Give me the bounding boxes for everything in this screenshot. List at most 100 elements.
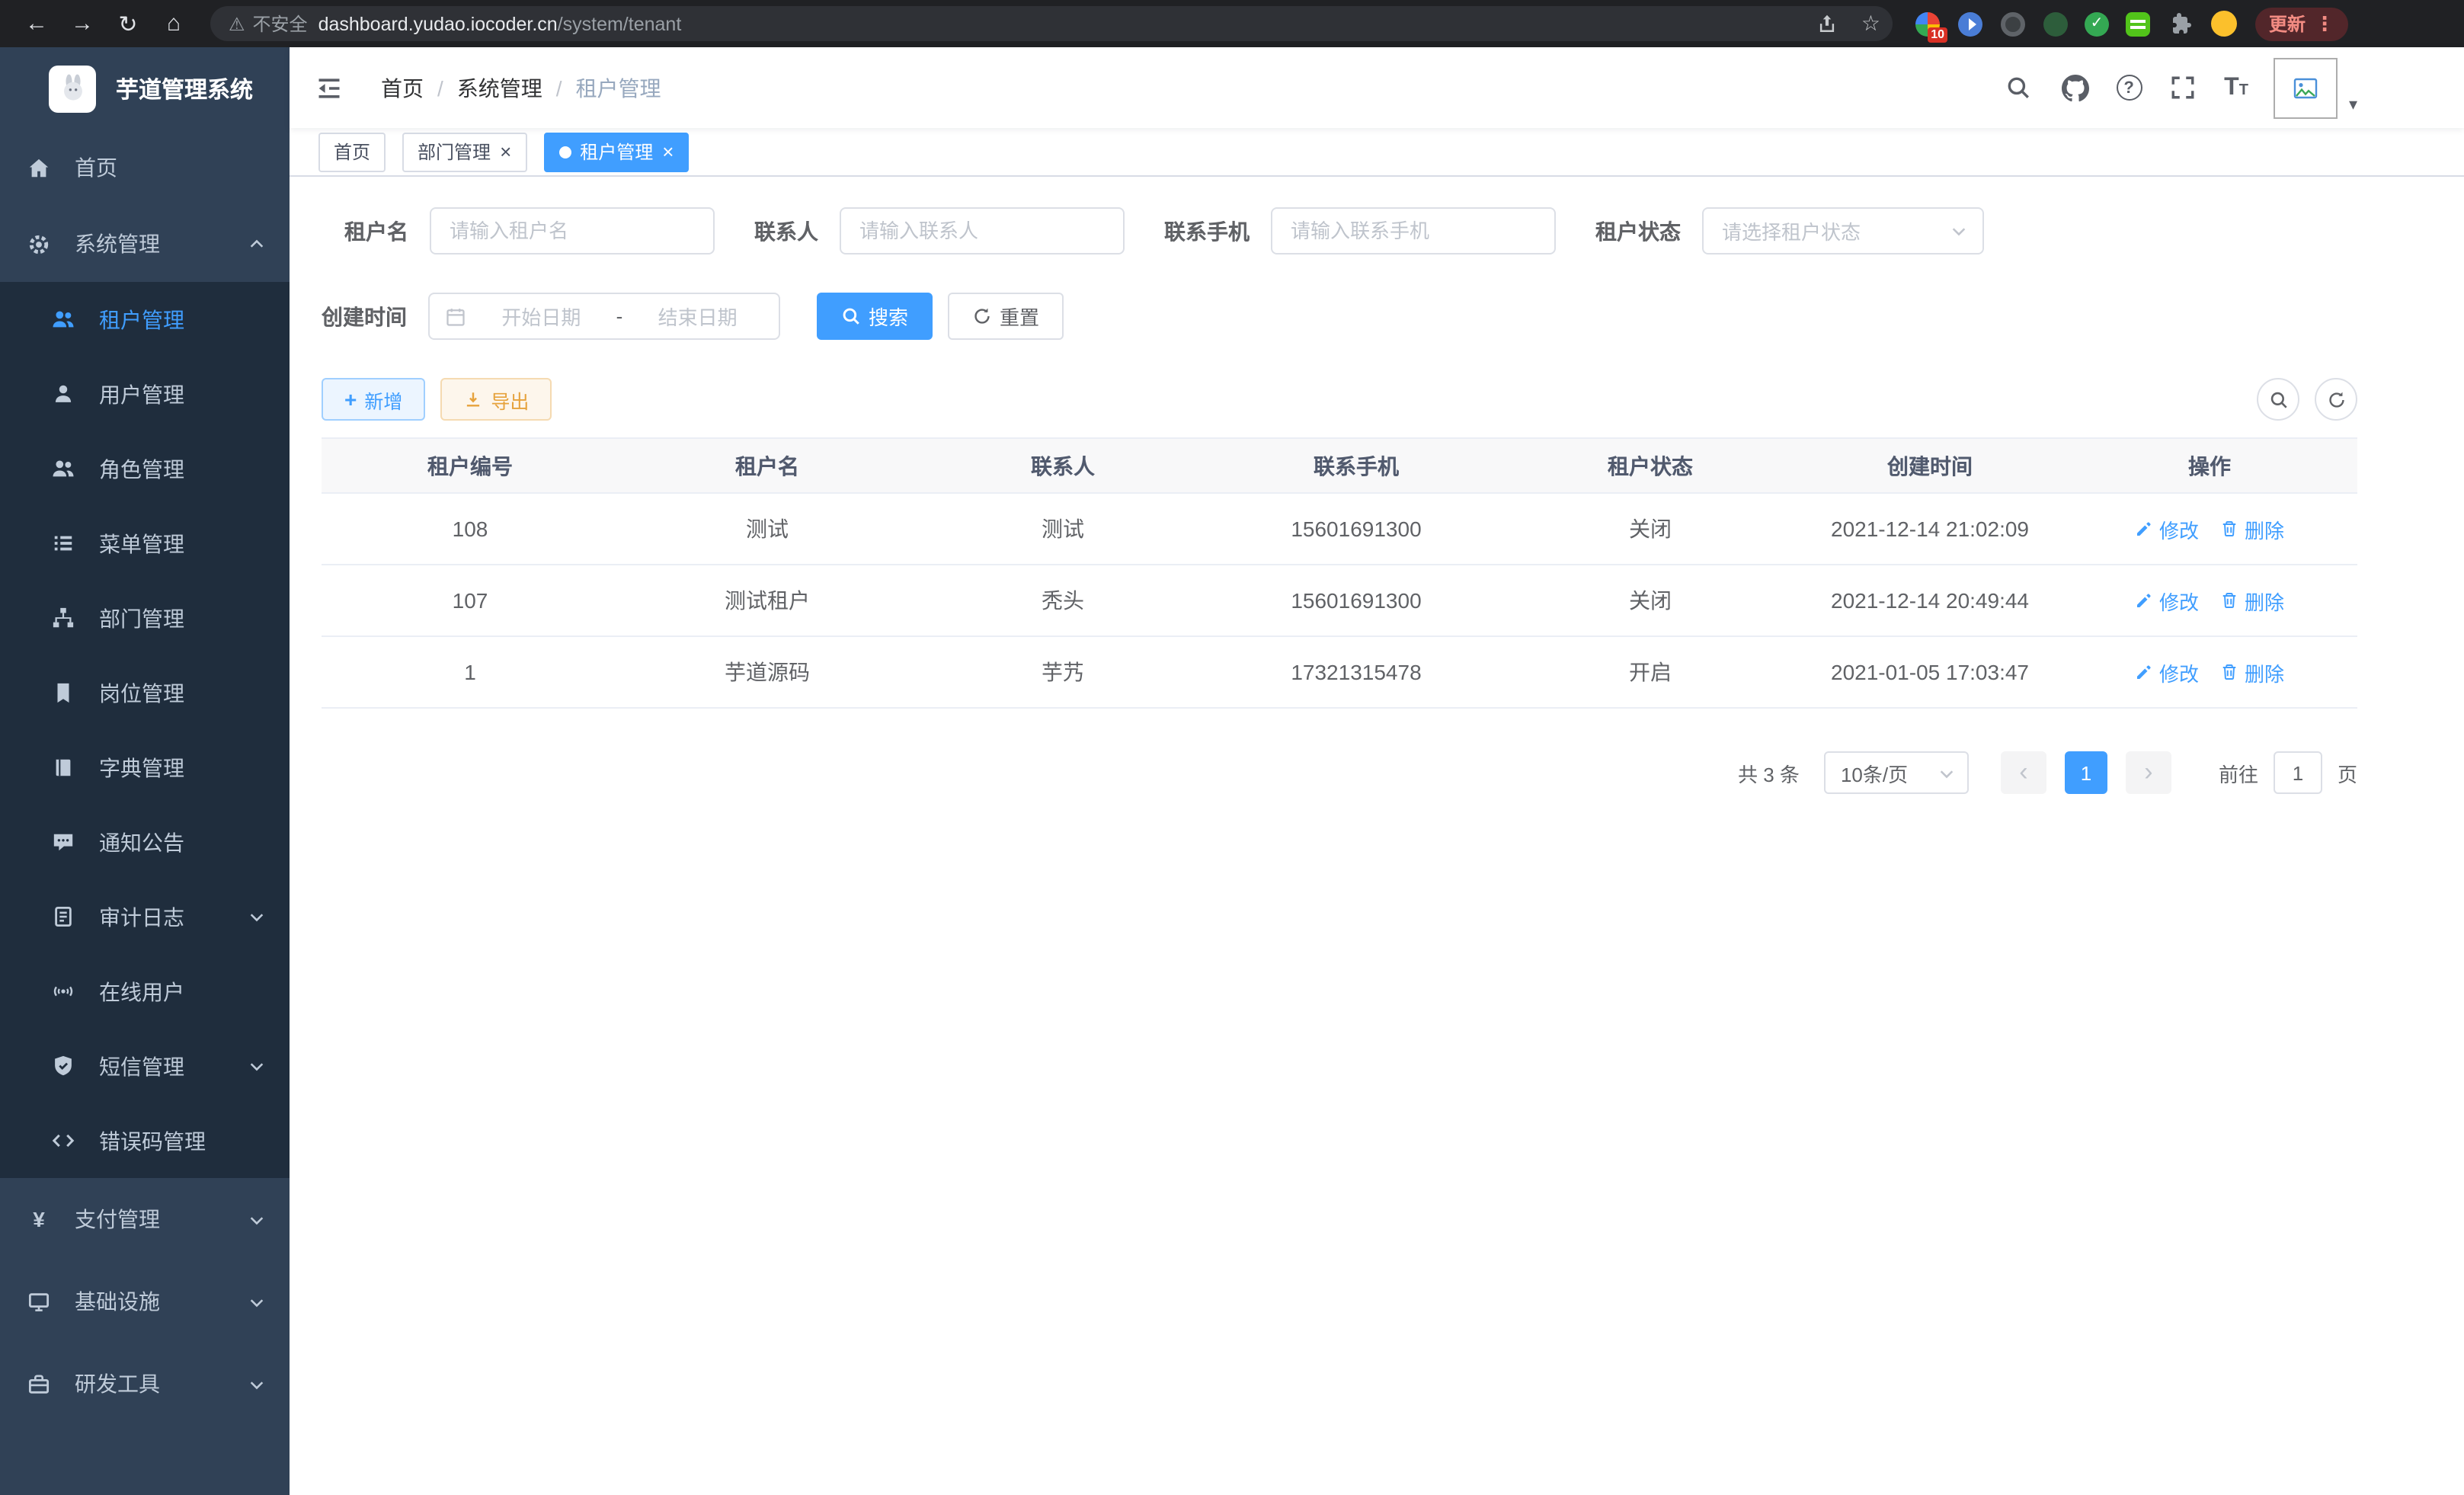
date-range-picker[interactable]: 开始日期 - 结束日期	[428, 293, 780, 340]
reset-button-label: 重置	[1000, 302, 1039, 331]
filter-row-2: 创建时间 开始日期 - 结束日期 搜索 重置	[322, 293, 2357, 340]
goto-page-input[interactable]	[2274, 751, 2322, 794]
sidebar-item-infrastructure[interactable]: 基础设施	[0, 1260, 290, 1343]
sidebar-item-role[interactable]: 角色管理	[0, 431, 290, 506]
col-tenant-id: 租户编号	[322, 438, 619, 493]
extension-icon-colorwheel[interactable]: 10	[1914, 10, 1941, 37]
sidebar-fold-icon[interactable]	[314, 72, 344, 103]
search-icon	[2268, 389, 2288, 409]
extension-icon-green-chat[interactable]	[2124, 10, 2152, 37]
breadcrumb-separator: /	[437, 75, 443, 100]
extensions-puzzle-icon[interactable]	[2167, 10, 2194, 37]
status-select[interactable]: 请选择租户状态	[1702, 207, 1984, 255]
tab-home[interactable]: 首页	[318, 132, 386, 171]
export-button[interactable]: 导出	[440, 378, 552, 421]
sidebar-item-label: 部门管理	[99, 603, 184, 633]
tab-dept[interactable]: 部门管理 ×	[402, 132, 526, 171]
extension-icon-blue[interactable]	[1957, 10, 1984, 37]
extension-icon-green-check[interactable]: ✓	[2085, 11, 2109, 36]
chevron-down-icon	[248, 908, 265, 925]
add-button[interactable]: + 新增	[322, 378, 425, 421]
browser-forward-icon[interactable]: →	[61, 4, 104, 43]
github-icon[interactable]	[2059, 72, 2090, 103]
cell-actions: 修改删除	[2062, 493, 2357, 565]
filter-create-time: 创建时间 开始日期 - 结束日期	[322, 293, 780, 340]
edit-link[interactable]: 修改	[2135, 514, 2199, 543]
breadcrumb-separator: /	[556, 75, 562, 100]
delete-link[interactable]: 删除	[2220, 586, 2284, 615]
sidebar-item-user[interactable]: 用户管理	[0, 357, 290, 431]
sidebar-item-payment[interactable]: ¥ 支付管理	[0, 1178, 290, 1260]
user-avatar-menu[interactable]: ▾	[2274, 57, 2357, 118]
page-number-1[interactable]: 1	[2065, 751, 2107, 794]
sidebar-item-post[interactable]: 岗位管理	[0, 655, 290, 730]
font-size-large-glyph: T	[2224, 75, 2239, 100]
security-indicator[interactable]: ⚠ 不安全	[229, 11, 308, 37]
sidebar-item-sms[interactable]: 短信管理	[0, 1029, 290, 1103]
sidebar-item-dev-tools[interactable]: 研发工具	[0, 1343, 290, 1425]
extension-blue-glyph	[1958, 11, 1982, 36]
caret-down-icon: ▾	[2349, 94, 2357, 118]
browser-home-icon[interactable]: ⌂	[152, 4, 195, 43]
refresh-table-button[interactable]	[2315, 378, 2357, 421]
tags-view: 首页 部门管理 × 租户管理 ×	[290, 128, 2464, 177]
browser-reload-icon[interactable]: ↻	[107, 4, 149, 43]
edit-link[interactable]: 修改	[2135, 658, 2199, 687]
mobile-input[interactable]	[1271, 207, 1556, 255]
contact-input[interactable]	[840, 207, 1125, 255]
browser-update-button[interactable]: 更新 ⋮	[2255, 7, 2348, 40]
sidebar-item-dict[interactable]: 字典管理	[0, 730, 290, 805]
extension-icon-darkgreen[interactable]	[2042, 10, 2069, 37]
breadcrumb-home[interactable]: 首页	[381, 72, 424, 103]
pencil-icon	[2135, 591, 2153, 610]
toggle-search-button[interactable]	[2257, 378, 2299, 421]
sidebar-item-error-code[interactable]: 错误码管理	[0, 1103, 290, 1178]
header-search-icon[interactable]	[2003, 72, 2034, 103]
menu-list-icon	[52, 532, 75, 555]
page-size-select[interactable]: 10条/页	[1824, 751, 1969, 794]
extension-chat-glyph	[2126, 11, 2150, 36]
col-contact: 联系人	[916, 438, 1210, 493]
next-page-button[interactable]: ›	[2126, 751, 2171, 794]
reset-button[interactable]: 重置	[948, 293, 1064, 340]
security-label: 不安全	[253, 11, 308, 37]
share-icon[interactable]	[1813, 8, 1843, 39]
help-icon[interactable]: ?	[2116, 75, 2142, 101]
profile-avatar-icon[interactable]	[2210, 10, 2237, 37]
delete-link[interactable]: 删除	[2220, 514, 2284, 543]
browser-menu-dots-icon[interactable]: ⋮	[2315, 11, 2334, 36]
refresh-icon	[972, 306, 992, 326]
fullscreen-icon[interactable]	[2168, 72, 2198, 103]
font-size-icon[interactable]: TT	[2224, 75, 2248, 100]
cell-contact: 测试	[916, 493, 1210, 565]
browser-back-icon[interactable]: ←	[15, 4, 58, 43]
close-icon[interactable]: ×	[662, 142, 674, 162]
cell-id: 108	[322, 493, 619, 565]
search-button[interactable]: 搜索	[817, 293, 933, 340]
sidebar-item-online-users[interactable]: 在线用户	[0, 954, 290, 1029]
tenant-name-input[interactable]	[430, 207, 715, 255]
url-text[interactable]: dashboard.yudao.iocoder.cn/system/tenant	[318, 13, 1802, 34]
filter-row-1: 租户名 联系人 联系手机 租户状态 请选择租户状态	[322, 207, 2357, 255]
sidebar-logo[interactable]: 芋道管理系统	[0, 47, 290, 130]
delete-link[interactable]: 删除	[2220, 658, 2284, 687]
tab-label: 首页	[334, 139, 370, 165]
extension-icon-ring[interactable]	[1999, 10, 2027, 37]
sidebar-item-notice[interactable]: 通知公告	[0, 805, 290, 879]
edit-link[interactable]: 修改	[2135, 586, 2199, 615]
tab-tenant[interactable]: 租户管理 ×	[543, 132, 689, 171]
prev-page-button[interactable]: ‹	[2001, 751, 2046, 794]
navbar-actions: ? TT ▾	[2003, 57, 2357, 118]
close-icon[interactable]: ×	[500, 142, 511, 162]
sidebar-item-tenant[interactable]: 租户管理	[0, 282, 290, 357]
sidebar-item-system[interactable]: 系统管理	[0, 206, 290, 282]
tab-label: 租户管理	[580, 139, 653, 165]
address-bar[interactable]: ⚠ 不安全 dashboard.yudao.iocoder.cn/system/…	[210, 6, 1893, 41]
breadcrumb-system[interactable]: 系统管理	[457, 72, 542, 103]
date-separator: -	[616, 305, 623, 328]
sidebar-item-dept[interactable]: 部门管理	[0, 581, 290, 655]
sidebar-item-home[interactable]: 首页	[0, 130, 290, 206]
sidebar-item-menu[interactable]: 菜单管理	[0, 506, 290, 581]
sidebar-item-audit-log[interactable]: 审计日志	[0, 879, 290, 954]
bookmark-star-icon[interactable]: ☆	[1861, 11, 1880, 37]
